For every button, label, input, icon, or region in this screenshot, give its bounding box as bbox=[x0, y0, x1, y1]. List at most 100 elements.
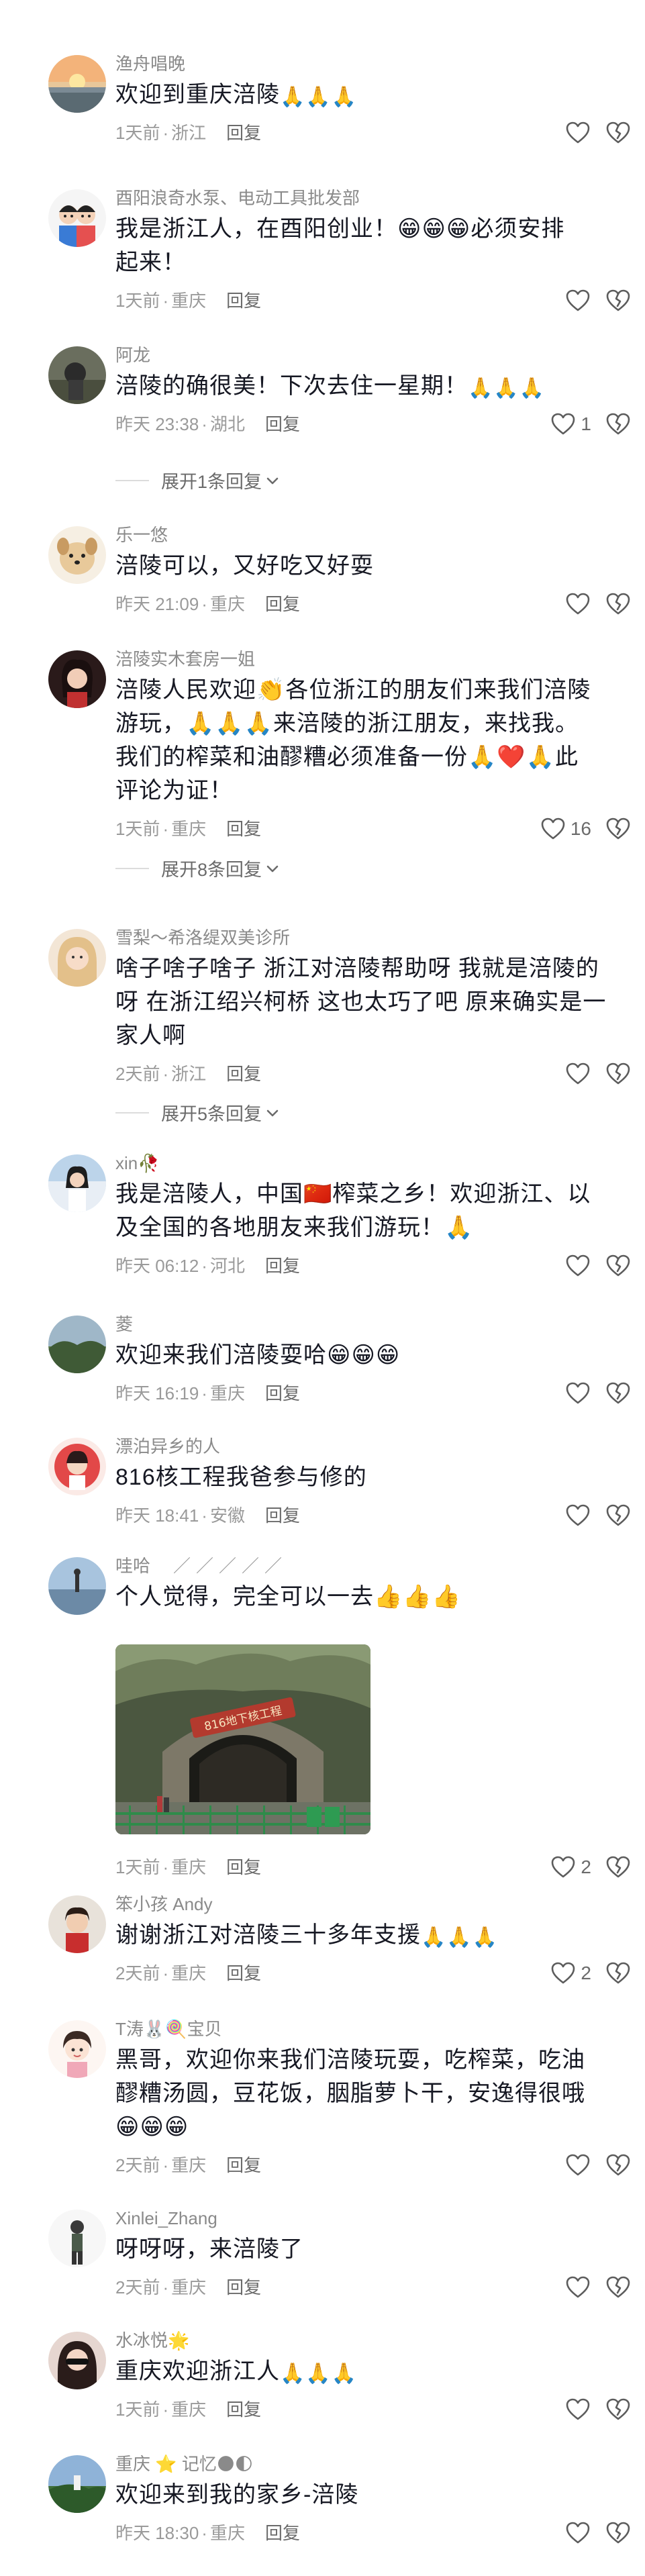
dislike-button[interactable] bbox=[605, 1959, 632, 1988]
reply-button[interactable]: 回复 bbox=[226, 123, 261, 143]
like-button[interactable] bbox=[564, 1379, 591, 1408]
username[interactable]: Xinlei_Zhang bbox=[115, 2207, 618, 2230]
like-button[interactable] bbox=[564, 2273, 591, 2302]
comment-text: 欢迎来我们涪陵耍哈😁😁😁 bbox=[115, 1342, 401, 1368]
avatar[interactable] bbox=[48, 2020, 106, 2078]
username[interactable]: 水冰悦🌟 bbox=[115, 2329, 618, 2352]
dislike-button[interactable] bbox=[605, 814, 632, 844]
dislike-button[interactable] bbox=[605, 2518, 632, 2548]
reply-button[interactable]: 回复 bbox=[226, 2277, 261, 2297]
username[interactable]: 哇哈 ／／／／／ bbox=[115, 1554, 618, 1577]
like-button[interactable]: 1 bbox=[550, 409, 591, 439]
comment-time: 2天前 bbox=[115, 1963, 160, 1983]
like-button[interactable] bbox=[564, 2518, 591, 2548]
avatar[interactable] bbox=[48, 1316, 106, 1373]
comment-text: 黑哥，欢迎你来我们涪陵玩耍，吃榨菜，吃油 醪糟汤圆，豆花饭，胭脂萝卜干，安逸得很哦… bbox=[115, 2047, 585, 2140]
comment-time: 昨天 16:19 bbox=[115, 1383, 199, 1403]
comment-time: 1天前 bbox=[115, 123, 160, 143]
expand-replies-button[interactable]: 展开8条回复 bbox=[115, 855, 281, 881]
dislike-button[interactable] bbox=[605, 1059, 632, 1089]
comment-text: 欢迎到重庆涪陵🙏🙏🙏 bbox=[115, 82, 358, 108]
username[interactable]: 雪梨～希洛缇双美诊所 bbox=[115, 926, 618, 949]
username[interactable]: xin🥀 bbox=[115, 1152, 618, 1175]
comment-time: 2天前 bbox=[115, 1064, 160, 1084]
like-button[interactable] bbox=[564, 2150, 591, 2180]
like-button[interactable] bbox=[564, 1251, 591, 1281]
expand-replies-button[interactable]: 展开1条回复 bbox=[115, 467, 281, 493]
username[interactable]: 重庆 ⭐ 记忆🌑🌓 bbox=[115, 2453, 618, 2475]
avatar[interactable] bbox=[48, 1154, 106, 1212]
broken-heart-icon bbox=[605, 1252, 632, 1279]
comment-location: 重庆 bbox=[171, 2155, 207, 2175]
comment-time: 2天前 bbox=[115, 2155, 160, 2175]
like-button[interactable] bbox=[564, 2395, 591, 2424]
broken-heart-icon bbox=[605, 1060, 632, 1087]
like-button[interactable] bbox=[564, 1059, 591, 1089]
username[interactable]: 漂泊异乡的人 bbox=[115, 1435, 618, 1458]
username[interactable]: 渔舟唱晚 bbox=[115, 52, 618, 75]
reply-button[interactable]: 回复 bbox=[265, 414, 300, 434]
reply-button[interactable]: 回复 bbox=[226, 2155, 261, 2175]
avatar[interactable] bbox=[48, 929, 106, 987]
comment-photo[interactable]: 816地下核工程 bbox=[115, 1644, 370, 1834]
reply-button[interactable]: 回复 bbox=[226, 2399, 261, 2420]
username[interactable]: 乐一悠 bbox=[115, 524, 618, 546]
comment-location: 重庆 bbox=[171, 1963, 207, 1983]
dislike-button[interactable] bbox=[605, 1251, 632, 1281]
dislike-button[interactable] bbox=[605, 1379, 632, 1408]
comment-location: 重庆 bbox=[171, 1857, 207, 1877]
comment-time: 1天前 bbox=[115, 291, 160, 311]
like-button[interactable] bbox=[564, 589, 591, 619]
avatar[interactable] bbox=[48, 1895, 106, 1953]
comment-meta: 昨天 18:41 · 安徽 回复 bbox=[115, 1501, 618, 1530]
avatar[interactable] bbox=[48, 189, 106, 247]
avatar[interactable] bbox=[48, 55, 106, 113]
avatar[interactable] bbox=[48, 650, 106, 708]
avatar[interactable] bbox=[48, 346, 106, 404]
reply-button[interactable]: 回复 bbox=[265, 594, 300, 614]
avatar[interactable] bbox=[48, 1557, 106, 1615]
dislike-button[interactable] bbox=[605, 1852, 632, 1882]
reply-button[interactable]: 回复 bbox=[226, 291, 261, 311]
dislike-button[interactable] bbox=[605, 589, 632, 619]
reply-button[interactable]: 回复 bbox=[226, 819, 261, 839]
dislike-button[interactable] bbox=[605, 1501, 632, 1530]
avatar[interactable] bbox=[48, 2455, 106, 2513]
heart-icon bbox=[564, 2396, 591, 2423]
reply-button[interactable]: 回复 bbox=[265, 1505, 300, 1526]
heart-icon bbox=[564, 591, 591, 617]
avatar[interactable] bbox=[48, 2210, 106, 2267]
avatar[interactable] bbox=[48, 2332, 106, 2389]
like-button[interactable]: 16 bbox=[540, 814, 591, 844]
chevron-down-icon bbox=[264, 860, 281, 877]
reply-button[interactable]: 回复 bbox=[265, 2523, 300, 2543]
like-button[interactable] bbox=[564, 1501, 591, 1530]
comment-meta: 昨天 18:30 · 重庆 回复 bbox=[115, 2518, 618, 2548]
reply-button[interactable]: 回复 bbox=[226, 1857, 261, 1877]
dislike-button[interactable] bbox=[605, 118, 632, 148]
avatar[interactable] bbox=[48, 1438, 106, 1495]
dislike-button[interactable] bbox=[605, 2150, 632, 2180]
reply-button[interactable]: 回复 bbox=[226, 1963, 261, 1983]
expand-replies-button[interactable]: 展开5条回复 bbox=[115, 1099, 281, 1126]
dislike-button[interactable] bbox=[605, 286, 632, 315]
reply-button[interactable]: 回复 bbox=[265, 1256, 300, 1276]
like-button[interactable] bbox=[564, 286, 591, 315]
username[interactable]: 菱 bbox=[115, 1313, 618, 1336]
reply-button[interactable]: 回复 bbox=[265, 1383, 300, 1403]
dislike-button[interactable] bbox=[605, 2273, 632, 2302]
like-button[interactable] bbox=[564, 118, 591, 148]
username[interactable]: 酉阳浪奇水泵、电动工具批发部 bbox=[115, 187, 618, 209]
username[interactable]: 涪陵实木套房一姐 bbox=[115, 648, 618, 671]
dislike-button[interactable] bbox=[605, 409, 632, 439]
like-button[interactable]: 2 bbox=[550, 1852, 591, 1882]
reply-button[interactable]: 回复 bbox=[226, 1064, 261, 1084]
username[interactable]: T涛🐰🍭宝贝 bbox=[115, 2018, 618, 2040]
comment-location: 湖北 bbox=[209, 414, 245, 434]
like-button[interactable]: 2 bbox=[550, 1959, 591, 1988]
avatar[interactable] bbox=[48, 526, 106, 584]
username[interactable]: 阿龙 bbox=[115, 344, 618, 366]
username[interactable]: 笨小孩 Andy bbox=[115, 1893, 618, 1916]
dislike-button[interactable] bbox=[605, 2395, 632, 2424]
comment-location: 重庆 bbox=[209, 1383, 245, 1403]
